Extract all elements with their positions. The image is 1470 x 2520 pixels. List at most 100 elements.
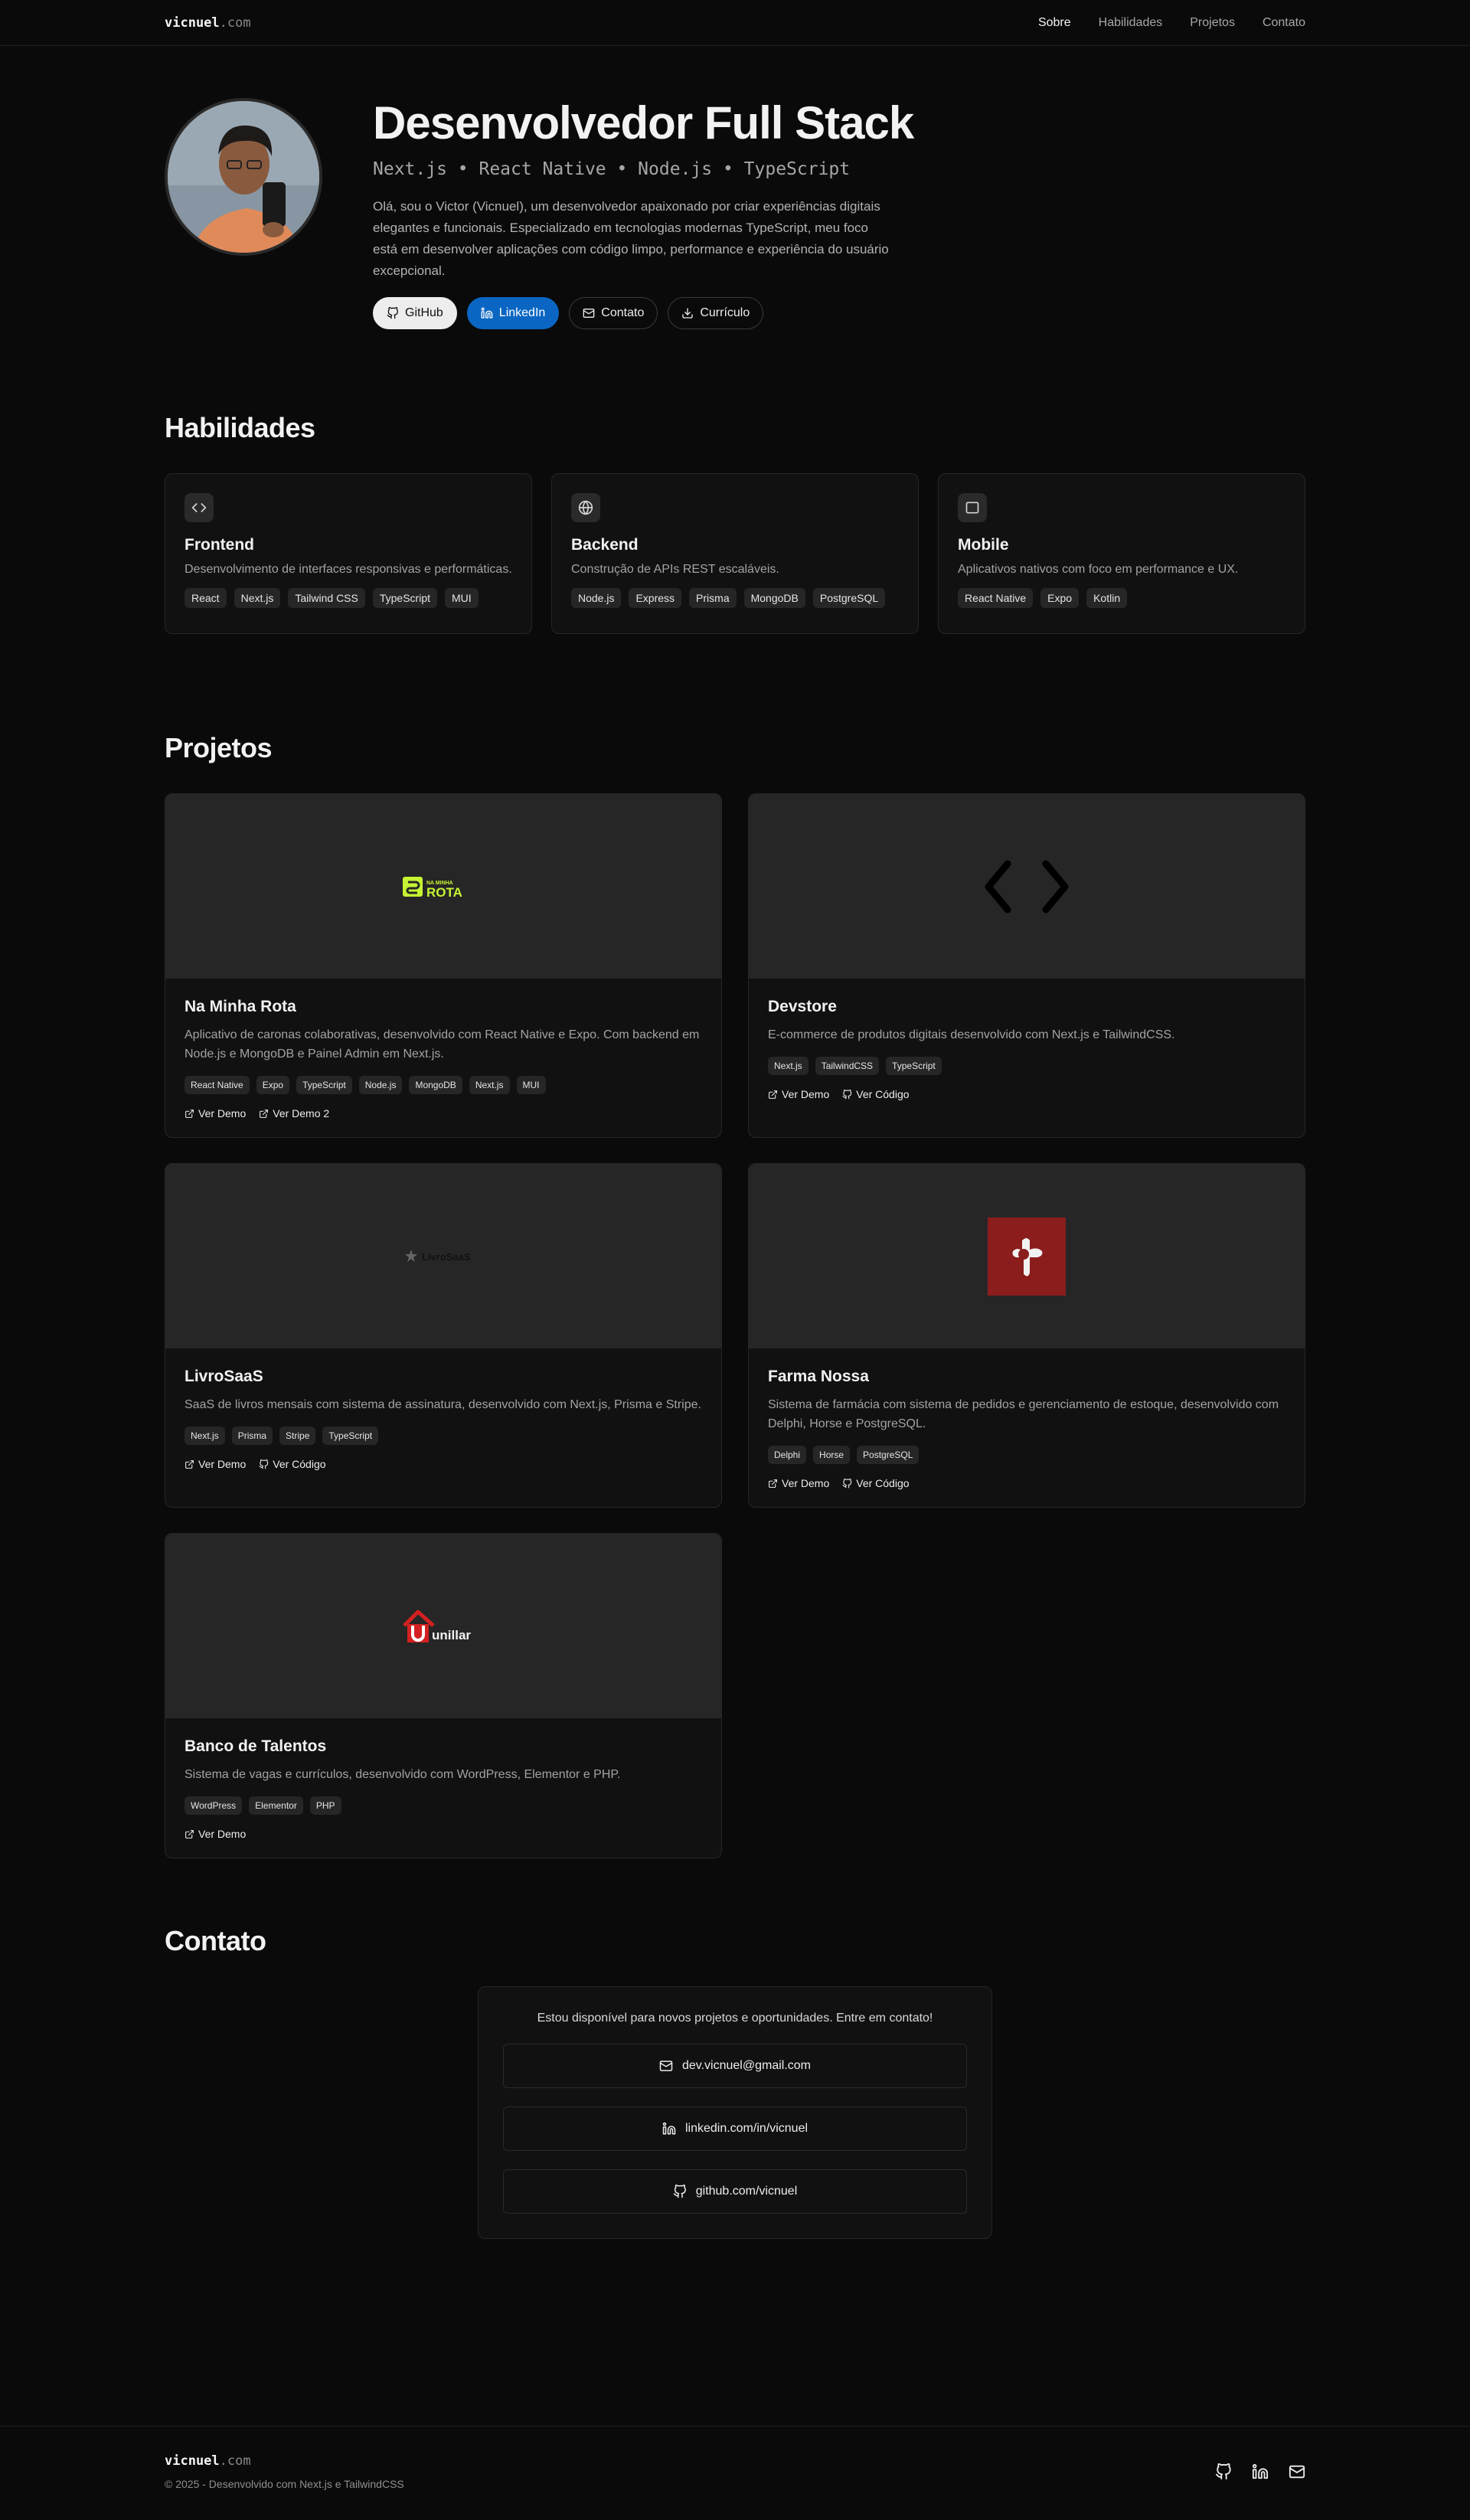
demo-link[interactable]: Ver Demo: [768, 1477, 829, 1489]
github-icon: [387, 307, 398, 319]
demo-link-label: Ver Demo: [198, 1107, 247, 1119]
skill-tag: Kotlin: [1086, 588, 1128, 608]
email-contact-button[interactable]: dev.vicnuel@gmail.com: [503, 2044, 967, 2088]
github-button[interactable]: GitHub: [373, 297, 457, 329]
project-tag: Next.js: [768, 1057, 808, 1075]
external-link-icon: [185, 1109, 194, 1118]
skill-tag: Tailwind CSS: [288, 588, 365, 608]
project-tag: TypeScript: [886, 1057, 942, 1075]
linkedin-icon: [481, 307, 493, 319]
project-title: Farma Nossa: [768, 1368, 869, 1385]
linkedin-contact-button[interactable]: linkedin.com/in/vicnuel: [503, 2107, 967, 2151]
skill-tag: React Native: [958, 588, 1034, 608]
hero-buttons: GitHub LinkedIn Contato Currículo: [373, 297, 913, 329]
footer-logo[interactable]: vicnuel.com: [165, 2453, 404, 2469]
code-link-label: Ver Código: [273, 1458, 326, 1470]
resume-button[interactable]: Currículo: [668, 297, 764, 329]
footer-social-links: [1215, 2463, 1305, 2480]
project-title: Banco de Talentos: [185, 1737, 327, 1755]
skill-tag: Node.js: [571, 588, 622, 608]
github-icon: [842, 1089, 852, 1099]
contact-section: Contato Estou disponível para novos proj…: [0, 1925, 1470, 2239]
skill-card-frontend: Frontend Desenvolvimento de interfaces r…: [165, 473, 532, 634]
project-tag: Node.js: [358, 1076, 403, 1094]
footer-logo-name: vicnuel: [165, 2453, 220, 2469]
unillar-logo: unillar: [403, 1610, 471, 1642]
github-icon[interactable]: [1215, 2463, 1232, 2480]
project-image: unillar: [165, 1534, 721, 1718]
demo-link-label: Ver Demo: [198, 1828, 247, 1840]
code-link[interactable]: Ver Código: [259, 1458, 326, 1470]
skill-tag: PostgreSQL: [812, 588, 886, 608]
github-button-label: GitHub: [405, 306, 443, 319]
projects-section: Projetos NA MINHA ROTA Na Minha Rota Apl…: [0, 732, 1470, 1925]
nav-link-sobre[interactable]: Sobre: [1038, 16, 1071, 30]
logo-domain: .com: [219, 15, 251, 31]
project-card-na-minha-rota: NA MINHA ROTA Na Minha Rota Aplicativo d…: [165, 793, 722, 1138]
github-icon: [673, 2185, 686, 2198]
nav-link-projetos[interactable]: Projetos: [1190, 16, 1235, 30]
demo-link[interactable]: Ver Demo: [768, 1088, 829, 1100]
external-link-icon: [769, 1479, 777, 1488]
contact-button[interactable]: Contato: [569, 297, 658, 329]
skill-tag: Prisma: [689, 588, 737, 608]
github-icon: [259, 1459, 269, 1469]
code-icon: [191, 503, 207, 512]
site-logo[interactable]: vicnuel.com: [165, 15, 251, 31]
linkedin-button[interactable]: LinkedIn: [466, 297, 560, 329]
footer-logo-domain: .com: [219, 2453, 251, 2469]
code-link[interactable]: Ver Código: [842, 1088, 910, 1100]
project-tag: Expo: [256, 1076, 290, 1094]
project-image: [749, 1164, 1305, 1348]
external-link-icon: [185, 1829, 194, 1839]
skill-tag: Next.js: [234, 588, 281, 608]
skills-section: Habilidades Frontend Desenvolvimento de …: [0, 412, 1470, 732]
mail-icon[interactable]: [1289, 2463, 1305, 2480]
skill-tag: React: [185, 588, 227, 608]
skill-tag: Expo: [1040, 588, 1080, 608]
avatar-photo: [168, 101, 319, 253]
github-contact-label: github.com/vicnuel: [695, 2185, 798, 2198]
demo2-link[interactable]: Ver Demo 2: [259, 1107, 329, 1119]
linkedin-button-label: LinkedIn: [498, 306, 546, 319]
hero-section: Desenvolvedor Full Stack Next.js • React…: [0, 46, 1470, 412]
project-card-farma-nossa: Farma Nossa Sistema de farmácia com sist…: [748, 1163, 1305, 1508]
code-link[interactable]: Ver Código: [842, 1477, 910, 1489]
contact-intro: Estou disponível para novos projetos e o…: [537, 2012, 933, 2025]
github-contact-button[interactable]: github.com/vicnuel: [503, 2169, 967, 2214]
contact-button-label: Contato: [601, 306, 645, 319]
project-tag: MongoDB: [409, 1076, 462, 1094]
skill-title: Backend: [571, 536, 639, 554]
external-link-icon: [260, 1109, 269, 1118]
linkedin-icon[interactable]: [1252, 2463, 1269, 2480]
skill-tag: MongoDB: [743, 588, 805, 608]
nav-link-habilidades[interactable]: Habilidades: [1099, 16, 1163, 30]
linkedin-icon: [662, 2122, 676, 2135]
email-contact-label: dev.vicnuel@gmail.com: [681, 2059, 811, 2072]
project-card-devstore: Devstore E-commerce de produtos digitais…: [748, 793, 1305, 1138]
monitor-icon: [965, 502, 979, 514]
project-tag: TypeScript: [296, 1076, 352, 1094]
project-image: NA MINHA ROTA: [165, 794, 721, 979]
demo-link-label: Ver Demo: [782, 1477, 830, 1489]
project-tag: TailwindCSS: [815, 1057, 880, 1075]
demo-link[interactable]: Ver Demo: [185, 1828, 246, 1840]
top-navbar: vicnuel.com Sobre Habilidades Projetos C…: [0, 0, 1470, 46]
project-tag: TypeScript: [322, 1427, 379, 1445]
demo-link[interactable]: Ver Demo: [185, 1458, 246, 1470]
avatar: [165, 98, 322, 256]
skill-card-mobile: Mobile Aplicativos nativos com foco em p…: [938, 473, 1305, 634]
project-tag: Prisma: [231, 1427, 273, 1445]
code-brackets-icon: [985, 860, 1069, 913]
footer: vicnuel.com © 2025 - Desenvolvido com Ne…: [0, 2426, 1470, 2520]
demo-link-label: Ver Demo: [782, 1088, 830, 1100]
code-link-label: Ver Código: [856, 1477, 910, 1489]
github-icon: [842, 1478, 852, 1488]
project-tag: Stripe: [279, 1427, 316, 1445]
livrosaas-logo-text: LivroSaaS: [422, 1251, 471, 1263]
nav-link-contato[interactable]: Contato: [1263, 16, 1305, 30]
linkedin-contact-label: linkedin.com/in/vicnuel: [684, 2122, 808, 2135]
skill-title: Mobile: [958, 536, 1009, 554]
demo-link[interactable]: Ver Demo: [185, 1107, 246, 1119]
project-desc: E-commerce de produtos digitais desenvol…: [768, 1028, 1175, 1041]
